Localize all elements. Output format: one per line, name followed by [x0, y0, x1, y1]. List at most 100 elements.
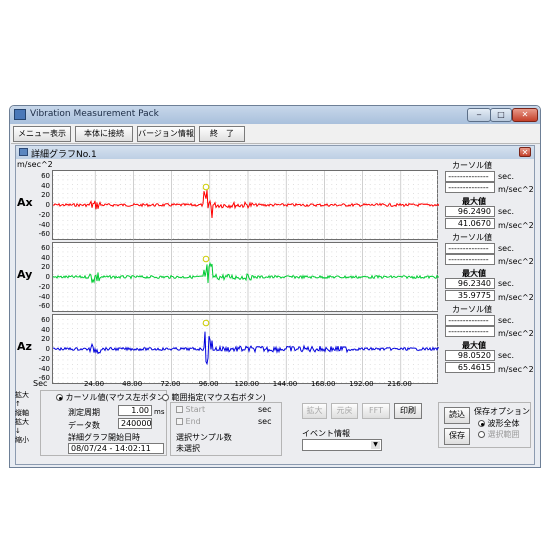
grid-dot	[331, 175, 333, 176]
grid-dot	[96, 337, 97, 338]
event-select[interactable]: ▼	[302, 439, 382, 451]
grid-dot	[206, 328, 208, 329]
grid-dot	[149, 220, 150, 221]
cursor-mode-radio[interactable]	[56, 394, 63, 401]
grid-dot	[331, 368, 333, 370]
save-button[interactable]: 保存	[444, 428, 470, 445]
grid-dot	[240, 341, 241, 343]
grid-dot	[269, 269, 270, 271]
version-info-button[interactable]: バージョン情報	[137, 126, 195, 142]
grid-dot	[432, 193, 433, 194]
grid-dot	[312, 265, 313, 266]
grid-dot	[197, 301, 198, 302]
minimize-button[interactable]: ‒	[467, 108, 491, 122]
grid-dot	[259, 328, 261, 329]
grid-dot	[67, 193, 69, 194]
cursor-mode-option[interactable]: カーソル値(マウス左ボタン)	[56, 392, 168, 403]
grid-dot	[149, 251, 150, 253]
cursor-value-label: カーソル値	[452, 305, 492, 314]
range-mode-radio[interactable]	[162, 394, 169, 401]
reset-zoom-button[interactable]: 元戻	[331, 403, 358, 419]
waveform-panel-az[interactable]	[52, 314, 439, 385]
grid-dot	[216, 193, 217, 194]
grid-dot	[86, 188, 88, 190]
grid-dot	[187, 274, 189, 275]
grid-dot	[120, 319, 121, 320]
grid-dot	[216, 260, 217, 262]
grid-dot	[77, 265, 78, 266]
grid-dot	[384, 305, 385, 307]
grid-dot	[216, 278, 217, 280]
detail-graph-close-button[interactable]: ✕	[519, 147, 531, 157]
grid-dot	[81, 278, 83, 280]
grid-dot	[168, 301, 169, 302]
grid-dot	[139, 220, 141, 221]
close-button[interactable]: ✕	[512, 108, 538, 122]
grid-dot	[149, 184, 150, 185]
grid-dot	[355, 256, 357, 257]
grid-dot	[321, 224, 323, 226]
maximize-button[interactable]: □	[490, 108, 512, 122]
grid-dot	[77, 229, 78, 230]
grid-dot	[187, 355, 189, 356]
grid-dot	[77, 184, 78, 185]
grid-dot	[177, 215, 179, 217]
grid-dot	[259, 355, 261, 356]
grid-dot	[288, 355, 289, 356]
grid-dot	[336, 175, 337, 176]
grid-dot	[283, 305, 285, 307]
grid-dot	[297, 364, 299, 365]
grid-dot	[393, 319, 395, 320]
grid-dot	[355, 283, 357, 284]
grid-dot	[62, 346, 64, 347]
grid-dot	[144, 283, 145, 284]
chevron-down-icon[interactable]: ▼	[371, 441, 380, 449]
grid-dot	[254, 265, 256, 266]
grid-dot	[81, 238, 83, 239]
menu-display-button[interactable]: メニュー表示	[13, 126, 71, 142]
grid-dot	[153, 184, 155, 185]
grid-dot	[317, 359, 318, 361]
fft-button[interactable]: FFT	[362, 403, 390, 419]
exit-button[interactable]: 終 了	[199, 126, 245, 142]
grid-dot	[302, 197, 304, 199]
grid-dot	[173, 206, 174, 208]
grid-dot	[288, 202, 289, 203]
grid-dot	[192, 260, 193, 262]
save-all-option[interactable]: 波形全体	[478, 418, 520, 429]
grid-dot	[331, 265, 333, 266]
grid-dot	[225, 188, 227, 190]
print-button[interactable]: 印刷	[394, 403, 422, 419]
grid-dot	[326, 341, 328, 343]
zoom-button[interactable]: 拡大	[302, 403, 327, 419]
grid-dot	[249, 179, 251, 181]
grid-dot	[374, 305, 376, 307]
grid-dot	[245, 323, 246, 325]
connect-device-button[interactable]: 本体に接続	[75, 126, 133, 142]
grid-dot	[129, 332, 131, 334]
grid-dot	[379, 260, 381, 262]
grid-dot	[341, 247, 342, 248]
vertical-zoom-bar[interactable]: 拡大 ↑ 縦軸 拡大 ↓ 縮小	[15, 391, 37, 457]
grid-dot	[197, 287, 198, 289]
grid-dot	[317, 229, 318, 230]
grid-dot	[57, 377, 59, 379]
save-all-radio[interactable]	[478, 420, 485, 427]
grid-dot	[283, 247, 285, 248]
grid-dot	[96, 265, 97, 266]
waveform-panel-ax[interactable]	[52, 170, 439, 241]
grid-dot	[158, 373, 160, 374]
grid-dot	[77, 328, 78, 329]
grid-dot	[192, 377, 193, 379]
grid-dot	[384, 188, 385, 190]
grid-dot	[163, 287, 165, 289]
grid-dot	[81, 251, 83, 253]
grid-dot	[120, 274, 121, 275]
grid-dot	[134, 256, 136, 257]
grid-dot	[72, 175, 73, 176]
load-button[interactable]: 読込	[444, 407, 470, 424]
grid-dot	[77, 355, 78, 356]
grid-dot	[259, 184, 261, 185]
waveform-panel-ay[interactable]	[52, 242, 439, 313]
grid-dot	[187, 328, 189, 329]
